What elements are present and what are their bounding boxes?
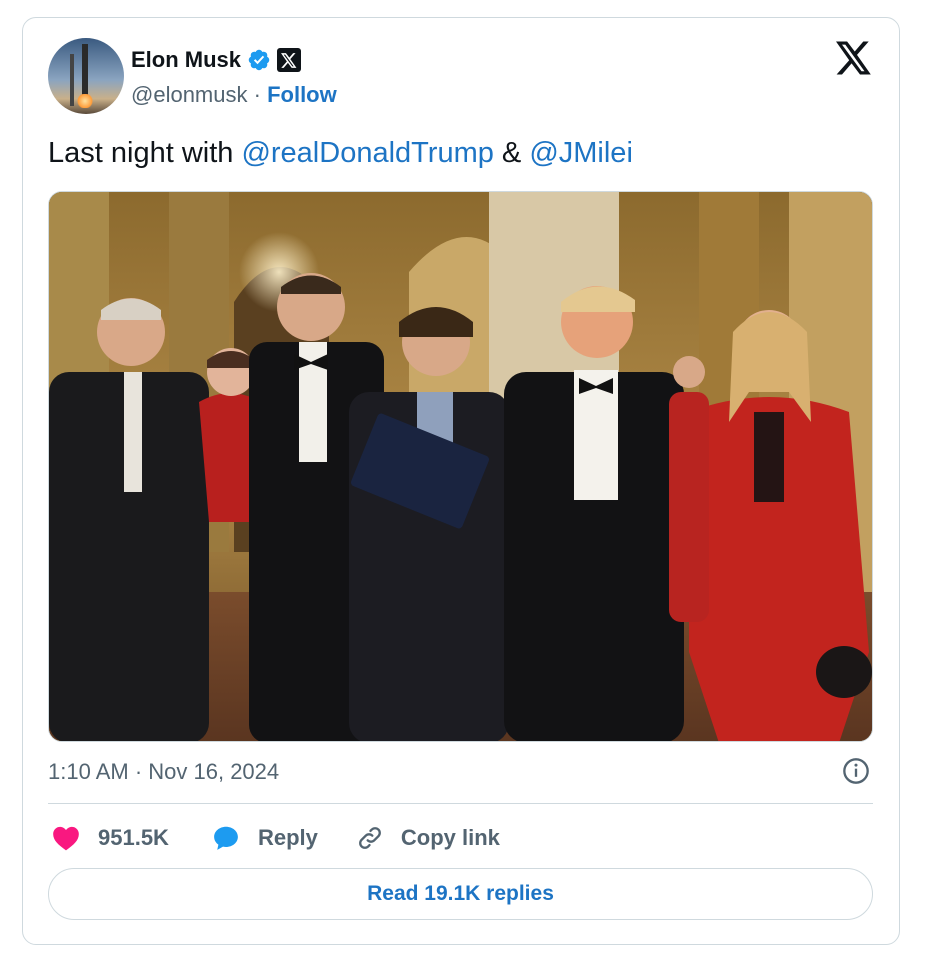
read-replies-label: Read 19.1K replies [367, 882, 554, 905]
heart-icon [53, 826, 79, 851]
author-name-row: Elon Musk [131, 45, 302, 75]
link-icon [358, 827, 381, 849]
launch-tower [70, 54, 74, 106]
mention-link-milei[interactable]: @JMilei [529, 137, 633, 169]
tweet-actions: 951.5K Reply Copy link [48, 818, 500, 858]
like-button[interactable]: 951.5K [52, 825, 169, 851]
like-count: 951.5K [98, 825, 169, 850]
author-handle[interactable]: @elonmusk [131, 82, 248, 107]
reply-button[interactable]: Reply [211, 823, 318, 853]
tweet-photo[interactable] [48, 191, 873, 742]
reply-label: Reply [257, 825, 318, 850]
rocket [76, 44, 94, 108]
info-icon[interactable] [842, 757, 870, 785]
copy-link-button[interactable]: Copy link [356, 824, 500, 852]
x-logo-icon[interactable] [836, 41, 872, 75]
verified-badge-icon [248, 49, 270, 71]
handle-separator: · [253, 82, 261, 107]
follow-button[interactable]: Follow [267, 82, 337, 107]
read-replies-button[interactable]: Read 19.1K replies [48, 868, 873, 920]
tweet-text: Last night with @realDonaldTrump & @JMil… [48, 137, 633, 170]
avatar[interactable] [48, 38, 124, 114]
tweet-text-middle: & [493, 137, 530, 169]
divider [48, 803, 873, 804]
tweet-text-prefix: Last night with [48, 137, 242, 169]
author-handle-row: @elonmusk · Follow [131, 82, 337, 110]
tweet-timestamp[interactable]: 1:10 AM · Nov 16, 2024 [48, 759, 279, 785]
photo-illustration [49, 192, 872, 741]
mention-link-trump[interactable]: @realDonaldTrump [241, 137, 493, 169]
copy-link-label: Copy link [400, 825, 500, 850]
x-affiliate-icon [277, 48, 302, 72]
reply-bubble-icon [214, 826, 238, 850]
author-name[interactable]: Elon Musk [131, 47, 241, 73]
